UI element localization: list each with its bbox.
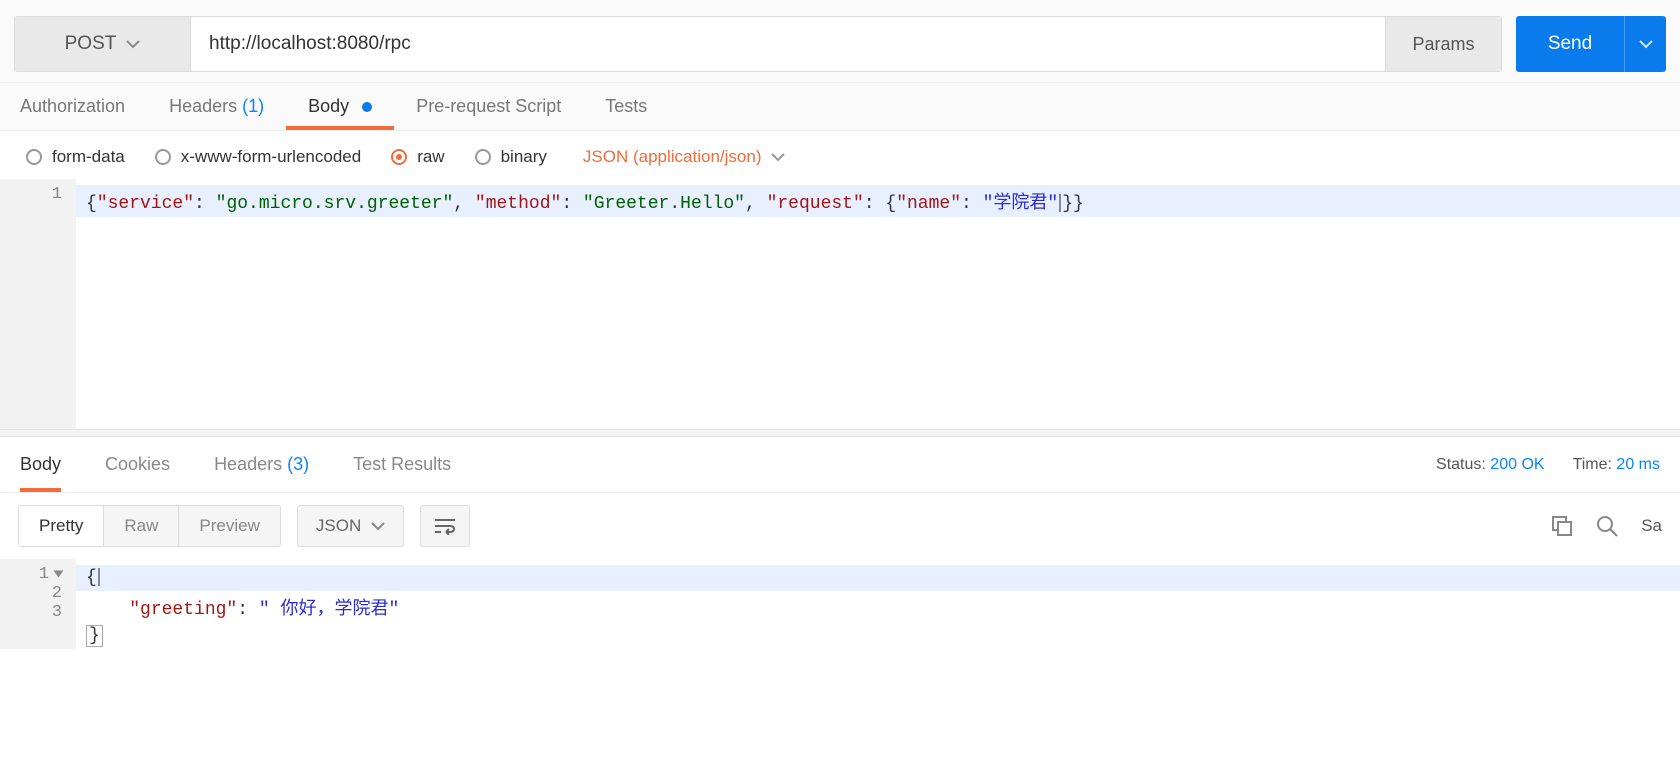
body-type-binary-label: binary — [501, 147, 547, 167]
chevron-down-icon — [771, 153, 785, 162]
fold-icon[interactable] — [54, 570, 64, 577]
response-view-mode: Pretty Raw Preview — [18, 505, 281, 547]
tab-tests[interactable]: Tests — [605, 84, 647, 129]
save-response-button[interactable]: Sa — [1641, 516, 1662, 536]
response-tab-body[interactable]: Body — [20, 438, 61, 491]
url-input[interactable]: http://localhost:8080/rpc — [191, 17, 1385, 71]
line-number: 3 — [0, 603, 62, 622]
line-number: 1 — [0, 185, 62, 204]
code-line[interactable]: { — [76, 565, 1680, 591]
line-number: 2 — [0, 584, 62, 603]
tab-body-label: Body — [308, 96, 349, 116]
tab-headers-label: Headers — [169, 96, 237, 116]
response-time: Time: 20 ms — [1573, 456, 1660, 474]
http-method-label: POST — [65, 33, 117, 55]
response-tab-tests[interactable]: Test Results — [353, 438, 451, 491]
chevron-down-icon — [371, 522, 385, 531]
response-status: Status: 200 OK — [1436, 456, 1545, 474]
pane-divider[interactable] — [0, 429, 1680, 437]
tab-prerequest-label: Pre-request Script — [416, 96, 561, 116]
copy-icon — [1551, 515, 1573, 537]
body-type-raw-label: raw — [417, 147, 444, 167]
response-tab-cookies-label: Cookies — [105, 454, 170, 474]
tab-prerequest[interactable]: Pre-request Script — [416, 84, 561, 129]
send-dropdown-button[interactable] — [1624, 16, 1666, 72]
response-tab-headers[interactable]: Headers (3) — [214, 438, 309, 491]
send-button[interactable]: Send — [1516, 16, 1624, 72]
line-number: 1 — [39, 565, 49, 584]
params-label: Params — [1412, 34, 1474, 55]
copy-button[interactable] — [1551, 515, 1573, 537]
content-type-select[interactable]: JSON (application/json) — [583, 147, 786, 167]
code-line[interactable]: } — [76, 623, 1680, 649]
response-tab-cookies[interactable]: Cookies — [105, 438, 170, 491]
status-label: Status: — [1436, 456, 1486, 473]
view-raw[interactable]: Raw — [104, 506, 179, 546]
status-value: 200 OK — [1490, 456, 1544, 473]
radio-icon — [391, 149, 407, 165]
body-type-binary[interactable]: binary — [475, 147, 547, 167]
chevron-down-icon — [126, 40, 140, 49]
url-value: http://localhost:8080/rpc — [209, 33, 411, 55]
radio-icon — [155, 149, 171, 165]
tab-headers-count: (1) — [242, 96, 264, 116]
editor-gutter: 1 — [0, 179, 76, 429]
body-type-urlencoded[interactable]: x-www-form-urlencoded — [155, 147, 361, 167]
body-type-form-data[interactable]: form-data — [26, 147, 125, 167]
response-tab-body-label: Body — [20, 454, 61, 474]
tab-authorization[interactable]: Authorization — [20, 84, 125, 129]
search-button[interactable] — [1595, 514, 1619, 538]
code-line[interactable]: {"service": "go.micro.srv.greeter", "met… — [76, 185, 1680, 217]
response-format-select[interactable]: JSON — [297, 505, 404, 547]
content-type-label: JSON (application/json) — [583, 147, 762, 167]
body-type-urlencoded-label: x-www-form-urlencoded — [181, 147, 361, 167]
response-tab-headers-count: (3) — [287, 454, 309, 474]
tab-authorization-label: Authorization — [20, 96, 125, 116]
wrap-icon — [434, 517, 456, 535]
editor-gutter: 1 2 3 — [0, 559, 76, 649]
radio-icon — [475, 149, 491, 165]
code-line[interactable]: "greeting": " 你好，学院君" — [76, 591, 1680, 623]
send-label: Send — [1548, 33, 1592, 55]
radio-icon — [26, 149, 42, 165]
response-body-editor[interactable]: 1 2 3 { "greeting": " 你好，学院君" } — [0, 559, 1680, 649]
body-type-raw[interactable]: raw — [391, 147, 444, 167]
modified-dot-icon — [362, 102, 372, 112]
response-tab-headers-label: Headers — [214, 454, 282, 474]
save-response-label: Sa — [1641, 516, 1662, 535]
params-button[interactable]: Params — [1385, 17, 1501, 71]
wrap-lines-button[interactable] — [420, 505, 470, 547]
search-icon — [1595, 514, 1619, 538]
view-preview[interactable]: Preview — [179, 506, 279, 546]
tab-headers[interactable]: Headers (1) — [169, 84, 264, 129]
response-tab-tests-label: Test Results — [353, 454, 451, 474]
tab-body[interactable]: Body — [308, 84, 372, 129]
text-cursor — [98, 568, 100, 586]
time-value: 20 ms — [1616, 456, 1660, 473]
response-format-label: JSON — [316, 516, 361, 536]
tab-tests-label: Tests — [605, 96, 647, 116]
request-body-editor[interactable]: 1 {"service": "go.micro.srv.greeter", "m… — [0, 179, 1680, 429]
time-label: Time: — [1573, 456, 1612, 473]
body-type-form-data-label: form-data — [52, 147, 125, 167]
http-method-select[interactable]: POST — [15, 17, 191, 71]
text-cursor — [1059, 194, 1061, 212]
view-pretty[interactable]: Pretty — [19, 506, 104, 546]
